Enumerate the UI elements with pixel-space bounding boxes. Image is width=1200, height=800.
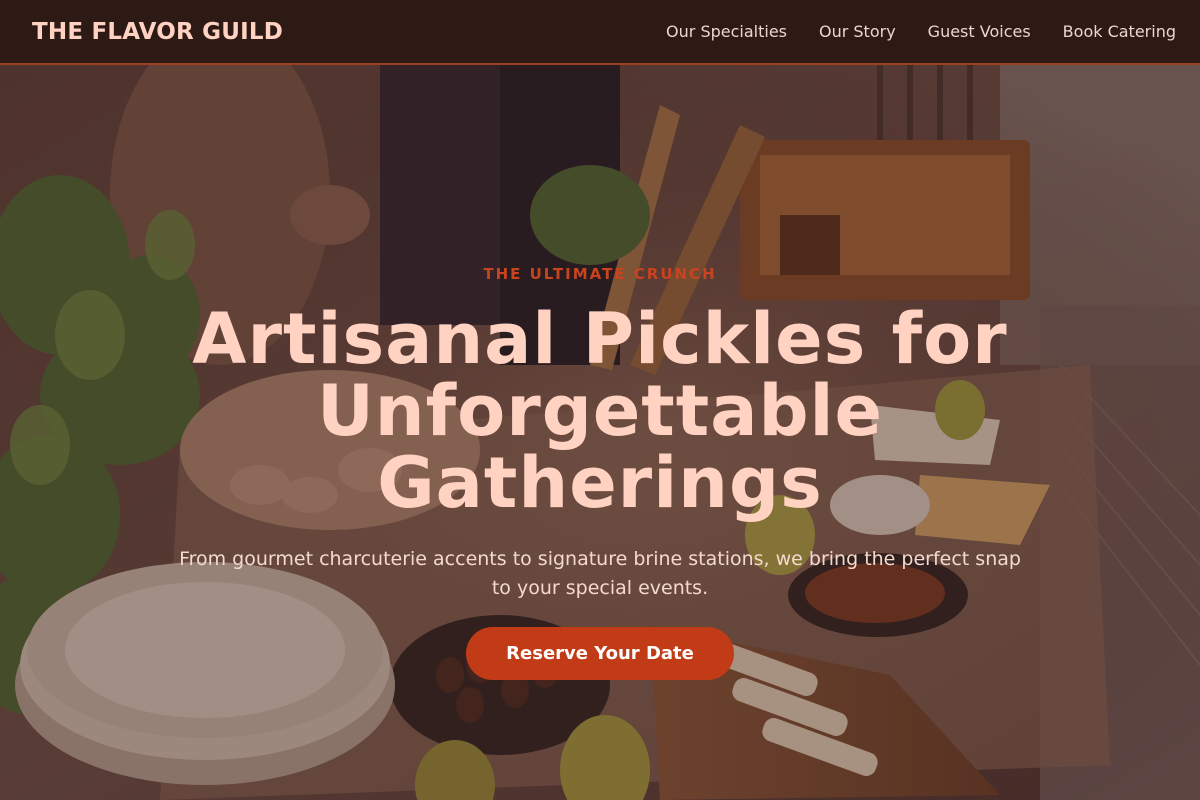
main-nav: Our Specialties Our Story Guest Voices B… — [666, 22, 1176, 41]
brand-logo[interactable]: THE FLAVOR GUILD — [32, 19, 283, 45]
nav-link-book-catering[interactable]: Book Catering — [1063, 22, 1176, 41]
hero-headline: Artisanal Pickles for Unforgettable Gath… — [192, 298, 1008, 524]
reserve-date-button[interactable]: Reserve Your Date — [466, 627, 734, 680]
hero-section: THE ULTIMATE CRUNCH Artisanal Pickles fo… — [0, 65, 1200, 800]
hero-subheading: From gourmet charcuterie accents to sign… — [179, 548, 1021, 599]
nav-link-guest-voices[interactable]: Guest Voices — [928, 22, 1031, 41]
site-header: THE FLAVOR GUILD Our Specialties Our Sto… — [0, 0, 1200, 65]
nav-link-our-specialties[interactable]: Our Specialties — [666, 22, 787, 41]
hero-content: THE ULTIMATE CRUNCH Artisanal Pickles fo… — [0, 65, 1200, 800]
hero-eyebrow: THE ULTIMATE CRUNCH — [483, 265, 717, 283]
nav-link-our-story[interactable]: Our Story — [819, 22, 896, 41]
